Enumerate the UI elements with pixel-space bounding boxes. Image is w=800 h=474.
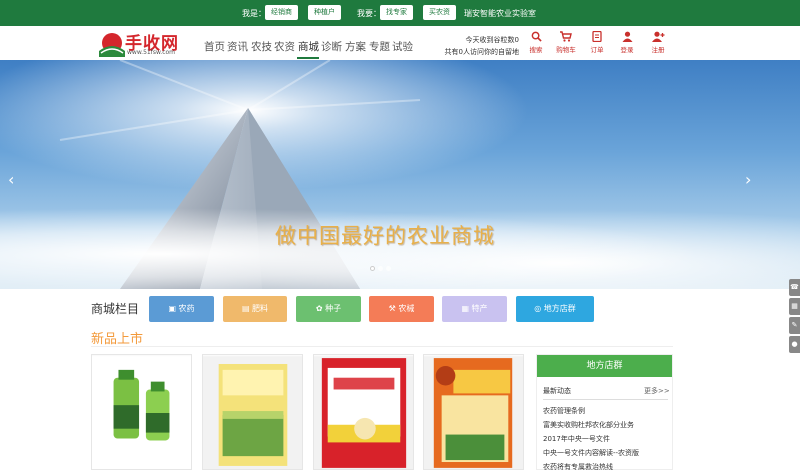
dealer-button[interactable]: 经销商 — [265, 5, 298, 20]
category-fertilizer-button[interactable]: ▤ 肥料 — [223, 296, 287, 322]
news-item[interactable]: 中央一号文件内容解读--农资版 — [543, 446, 639, 460]
category-fertilizer-label: 肥料 — [252, 304, 269, 313]
latest-news-label: 最新动态 — [543, 387, 571, 395]
top-bar: 我是： 经销商 种植户 我要： 找专家 买农资 瑞安智能农业实验室 — [0, 0, 800, 26]
login-tool-label: 登录 — [620, 46, 634, 54]
iam-label: 我是： — [242, 9, 266, 18]
grower-button[interactable]: 种植户 — [308, 5, 341, 20]
register-tool[interactable]: 注册 — [646, 31, 670, 54]
nav-trials[interactable]: 试验 — [392, 39, 413, 54]
machinery-icon: ⚒ — [388, 304, 399, 313]
banner-prev-arrow[interactable]: ‹ — [8, 170, 14, 189]
nav-home[interactable]: 首页 — [204, 39, 225, 54]
site-logo[interactable]: 手收网 www.51fsw.com — [97, 29, 193, 59]
find-expert-button[interactable]: 找专家 — [380, 5, 413, 20]
category-seed-label: 种子 — [325, 304, 342, 313]
carousel-dot[interactable] — [370, 266, 375, 271]
visit-stats: 今天收到谷粒数0 共有0人访问你的自留地 — [441, 34, 519, 58]
nav-active-indicator — [297, 57, 319, 59]
phone-icon[interactable]: ☎ — [789, 279, 800, 296]
cart-icon — [554, 31, 578, 42]
banner-next-arrow[interactable]: › — [745, 170, 751, 189]
cart-tool-label: 购物车 — [556, 46, 576, 54]
product-card-1[interactable] — [91, 354, 192, 470]
banner-slogan: 做中国最好的农业商城 — [275, 224, 495, 248]
news-item[interactable]: 农药管理条例 — [543, 404, 639, 418]
category-specialty-label: 特产 — [471, 304, 488, 313]
chat-icon[interactable]: ● — [789, 336, 800, 353]
more-link[interactable]: 更多>> — [644, 386, 670, 396]
category-machinery-label: 农械 — [398, 304, 415, 313]
edit-icon[interactable]: ✎ — [789, 317, 800, 334]
category-pesticide-label: 农药 — [178, 304, 195, 313]
fertilizer-icon: ▤ — [241, 304, 253, 313]
product-image — [92, 356, 191, 469]
nav-topics[interactable]: 专题 — [369, 39, 390, 54]
product-card-2[interactable] — [202, 354, 303, 470]
carousel-dots — [370, 264, 394, 274]
logo-url: www.51fsw.com — [127, 49, 176, 56]
buy-supplies-button[interactable]: 买农资 — [423, 5, 456, 20]
order-icon — [585, 30, 609, 43]
hero-banner[interactable]: 做中国最好的农业商城 ‹ › — [0, 60, 800, 289]
user-icon — [615, 31, 639, 42]
login-tool[interactable]: 登录 — [615, 31, 639, 54]
nav-solutions[interactable]: 方案 — [345, 39, 366, 54]
order-tool[interactable]: 订单 — [585, 30, 609, 54]
seed-icon: ✿ — [315, 304, 326, 313]
user-plus-icon — [646, 31, 670, 42]
category-local-stores-button[interactable]: ◎ 地方店群 — [516, 296, 594, 322]
section-divider — [91, 346, 673, 347]
carousel-dot[interactable] — [386, 266, 391, 271]
grain-count-text: 今天收到谷粒数0 — [465, 36, 519, 44]
product-card-3[interactable] — [313, 354, 414, 470]
lab-link[interactable]: 瑞安智能农业实验室 — [464, 8, 536, 19]
want-label: 我要： — [357, 9, 381, 18]
register-tool-label: 注册 — [651, 46, 665, 54]
store-icon: ◎ — [534, 304, 544, 313]
category-specialty-button[interactable]: ▦ 特产 — [442, 296, 507, 322]
new-products-title: 新品上市 — [91, 332, 144, 347]
news-item[interactable]: 农药将有专属救治热线 — [543, 460, 639, 474]
visitor-count-text: 共有0人访问你的自留地 — [444, 48, 519, 56]
cart-tool[interactable]: 购物车 — [554, 31, 578, 54]
category-seed-button[interactable]: ✿ 种子 — [296, 296, 361, 322]
category-local-stores-label: 地方店群 — [543, 304, 576, 313]
nav-news[interactable]: 资讯 — [227, 39, 248, 54]
category-pesticide-button[interactable]: ▣ 农药 — [149, 296, 214, 322]
news-list: 农药管理条例 富美实收购杜邦农化部分业务 2017年中央一号文件 中央一号文件内… — [543, 404, 639, 474]
nav-agri-tech[interactable]: 农技 — [251, 39, 272, 54]
search-tool-label: 搜索 — [529, 46, 543, 54]
category-title: 商城栏目 — [91, 302, 140, 316]
floating-toolbar: ☎ ▦ ✎ ● — [789, 279, 800, 355]
category-machinery-button[interactable]: ⚒ 农械 — [369, 296, 434, 322]
local-stores-header: 地方店群 — [537, 355, 672, 377]
product-card-4[interactable] — [423, 354, 524, 470]
local-stores-panel: 地方店群 最新动态 更多>> 农药管理条例 富美实收购杜邦农化部分业务 2017… — [536, 354, 673, 471]
logo-icon — [99, 33, 125, 57]
qrcode-icon[interactable]: ▦ — [789, 298, 800, 315]
nav-diagnosis[interactable]: 诊断 — [321, 39, 342, 54]
search-icon — [524, 31, 548, 42]
news-item[interactable]: 2017年中央一号文件 — [543, 432, 639, 446]
product-image — [314, 356, 413, 469]
news-item[interactable]: 富美实收购杜邦农化部分业务 — [543, 418, 639, 432]
nav-agri-supplies[interactable]: 农资 — [274, 39, 295, 54]
search-tool[interactable]: 搜索 — [524, 31, 548, 54]
order-tool-label: 订单 — [590, 46, 604, 54]
pesticide-icon: ▣ — [168, 304, 179, 313]
carousel-dot[interactable] — [378, 266, 383, 271]
product-image — [424, 356, 523, 469]
panel-divider — [543, 399, 668, 400]
product-image — [203, 356, 302, 469]
nav-mall[interactable]: 商城 — [298, 39, 319, 54]
gift-icon: ▦ — [461, 304, 472, 313]
header: 手收网 www.51fsw.com 首页 资讯 农技 农资 商城 诊断 方案 专… — [0, 26, 800, 60]
